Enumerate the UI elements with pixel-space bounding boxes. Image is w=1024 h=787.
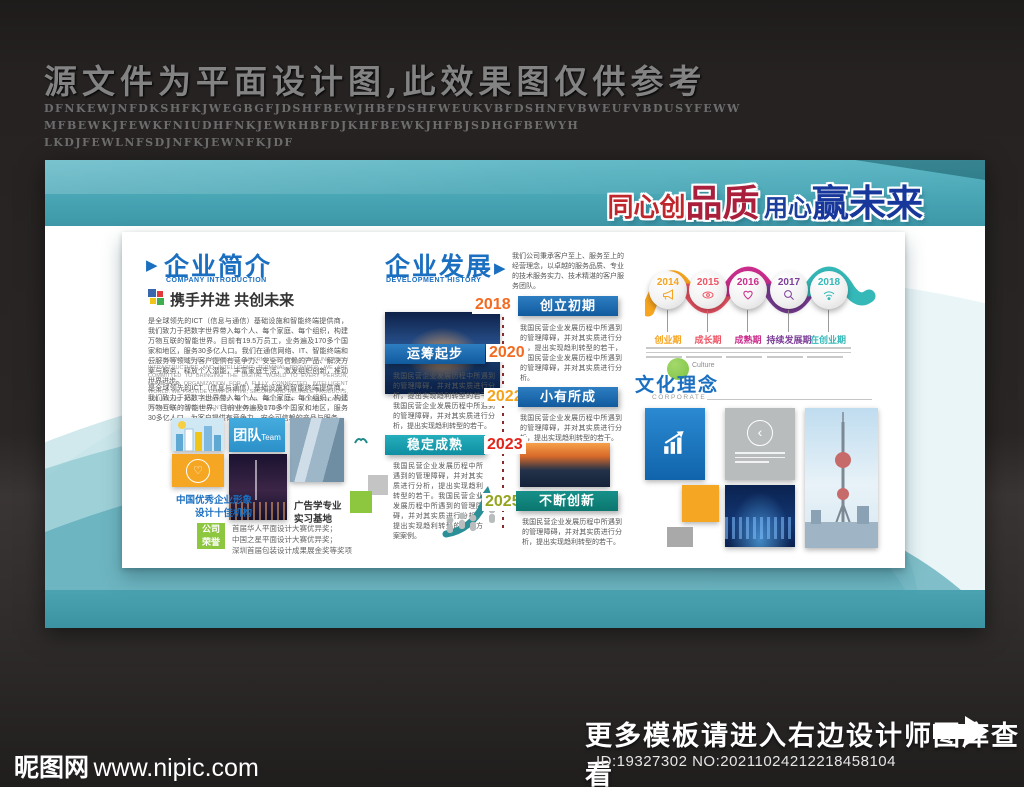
skyscraper-photo <box>290 418 344 482</box>
deco-square-green <box>350 491 372 513</box>
heart-tile: ♡ <box>172 454 224 487</box>
heart-icon <box>742 288 754 305</box>
phase-circle-2014: 2014 <box>649 271 687 309</box>
honor-list: 首届华人平面设计大赛优异奖； 中国之星平面设计大赛优异奖； 深圳首届包装设计成果… <box>232 523 372 556</box>
skyline-bars <box>725 517 795 539</box>
tile-note-lines <box>735 452 785 463</box>
watermark-title: 源文件为平面设计图,此效果图仅供参考 <box>44 62 707 101</box>
site-url: www.nipic.com <box>93 754 259 782</box>
watermark-line: LKDJFEWLNFSDJNFKJEWNFKJDF <box>44 136 294 149</box>
watermark-line: MFBEWKJFEWKFNIUDHFNKJEWRHBFDJKHFBEWKJHFB… <box>44 119 580 132</box>
phase-label: 在创业期 <box>809 335 846 345</box>
phase-stem <box>747 310 748 332</box>
slogan-part2: 品质 <box>685 183 760 224</box>
play-arrow-icon: ▶ <box>494 260 506 277</box>
tower-silhouette <box>255 460 257 500</box>
phase-note-lines <box>726 347 770 358</box>
search-icon <box>783 288 795 305</box>
honor-item: 中国之星平面设计大赛优异奖； <box>232 535 337 544</box>
blue-skyline-photo <box>725 485 795 547</box>
phase-year: 2018 <box>817 277 841 288</box>
content-panel: ▶ 企业简介 COMPANY INTRODUCTION 携手并进 共创未来 是全… <box>122 232 905 568</box>
watermark-letter-block: DFNKEWJNFDKSHFKJWEGBGFJDSHFBEWJHBFDSHFWE… <box>44 100 741 151</box>
board-top-band: 同心创品质 用心赢未来 <box>45 160 985 226</box>
honor-badge: 公司 荣誉 <box>197 523 225 549</box>
phase-year: 2016 <box>736 277 760 288</box>
timeline-stage-banner: 小有所成 <box>518 387 618 407</box>
phase-stem <box>828 310 829 332</box>
phase-note-lines <box>807 347 851 358</box>
phase-year: 2017 <box>777 277 801 288</box>
pearl-tower-photo <box>805 408 878 548</box>
award-text: 中国优秀企业形象 设计十佳机构 <box>175 495 252 519</box>
bar-chart-icon <box>664 431 684 454</box>
logo-squares-icon <box>148 289 164 305</box>
arrow-right-icon <box>933 716 1003 747</box>
culture-divider-line <box>707 399 872 400</box>
phase-circle-2018: 2018 <box>810 271 848 309</box>
dev-subtitle: DEVELOPMENT HISTORY <box>386 277 482 284</box>
phase-year: 2015 <box>696 277 720 288</box>
slogan-part3: 用心 <box>764 195 812 222</box>
intro-subtitle: COMPANY INTRODUCTION <box>166 277 267 284</box>
culture-en-label: Culture <box>692 362 715 369</box>
phase-year: 2014 <box>656 277 680 288</box>
dev-intro-text: 我们公司秉承客户至上、服务至上的经营理念，以卓越的服务品质、专业的技术服务实力、… <box>512 253 624 290</box>
phase-circle-2017: 2017 <box>770 271 808 309</box>
culture-wall-board: 同心创品质 用心赢未来 ▶ 企业简介 COMPANY INTRODUCTION <box>45 160 985 628</box>
timeline-year: 2023 <box>484 436 526 454</box>
phase-circle-2016: 2016 <box>729 271 767 309</box>
site-watermark: 昵图网 www.nipic.com <box>14 748 259 784</box>
phase-note-lines <box>686 347 730 358</box>
wifi-icon <box>823 288 835 305</box>
timeline-stage-banner: 创立初期 <box>518 296 618 316</box>
phase-note-lines <box>646 347 690 358</box>
timeline-stage-text: 我国民营企业发展历程中所遇到的管理障碍，并对其实质进行分析，提出实现趋利转型的若… <box>520 325 622 382</box>
chevron-left-icon: ‹ <box>747 420 773 446</box>
gray-info-tile: ‹ <box>725 408 795 480</box>
timeline-stage-banner: 运筹起步 <box>385 344 485 364</box>
eye-icon <box>702 288 714 305</box>
deco-square-gray-small <box>667 527 693 547</box>
team-label-en: Team <box>261 433 281 442</box>
heart-icon: ♡ <box>186 459 210 483</box>
team-label: 团队 <box>233 427 262 443</box>
phase-stem <box>707 310 708 332</box>
honor-item: 首届华人平面设计大赛优异奖； <box>232 524 337 533</box>
timeline-stage-banner: 稳定成熟 <box>385 435 485 455</box>
phase-note-lines <box>767 347 811 358</box>
flat-city-illustration <box>172 418 224 451</box>
phase-stem <box>788 310 789 332</box>
timeline-stage-text: 我国民营企业发展历程中所遇到的管理障碍，并对其实质进行分析，提出实现趋利转型的若… <box>522 519 622 546</box>
slogan-part1: 同心创 <box>607 192 686 222</box>
design-preview-stage: 源文件为平面设计图,此效果图仅供参考 DFNKEWJNFDKSHFKJWEGBG… <box>0 0 1024 787</box>
play-arrow-icon: ▶ <box>146 257 158 274</box>
watermark-line: DFNKEWJNFDKSHFKJWEGBGFJDSHFBEWJHBFDSHFWE… <box>44 102 741 115</box>
sunset-photo <box>520 443 610 487</box>
culture-subtitle: CORPORATE <box>652 394 707 401</box>
intro-slogan: 携手并进 共创未来 <box>170 292 295 309</box>
phase-stem <box>667 310 668 332</box>
board-bottom-band <box>45 590 985 628</box>
main-slogan: 同心创品质 用心赢未来 <box>608 173 923 226</box>
site-name: 昵图网 <box>14 754 90 782</box>
timeline-year: 2020 <box>486 344 528 362</box>
image-id-text: ID:19327302 NO:20211024212218458104 <box>596 753 896 770</box>
timeline-year: 2018 <box>472 296 514 314</box>
bird-icon <box>354 432 368 450</box>
growth-chart-tile <box>645 408 705 480</box>
honor-item: 深圳首届包装设计成果展金奖等奖项 <box>232 546 352 555</box>
yellow-tile <box>682 485 719 522</box>
timeline-stage-banner: 不断创新 <box>516 491 618 511</box>
slogan-part4: 赢未来 <box>812 183 923 224</box>
phase-circle-2015: 2015 <box>689 271 727 309</box>
timeline-stage-text: 我国民营企业发展历程中所遇到的管理障碍，并对其实质进行分析，提出实现趋利转型的若… <box>520 415 622 442</box>
megaphone-icon <box>662 288 674 305</box>
timeline-stage-text: 我国民营企业发展历程中所遇到的管理障碍，并对其实质进行分析，提出实现趋利转型的若… <box>393 373 495 430</box>
culture-title: 文化理念 <box>635 375 720 396</box>
team-tile: 团队Team <box>229 418 285 452</box>
